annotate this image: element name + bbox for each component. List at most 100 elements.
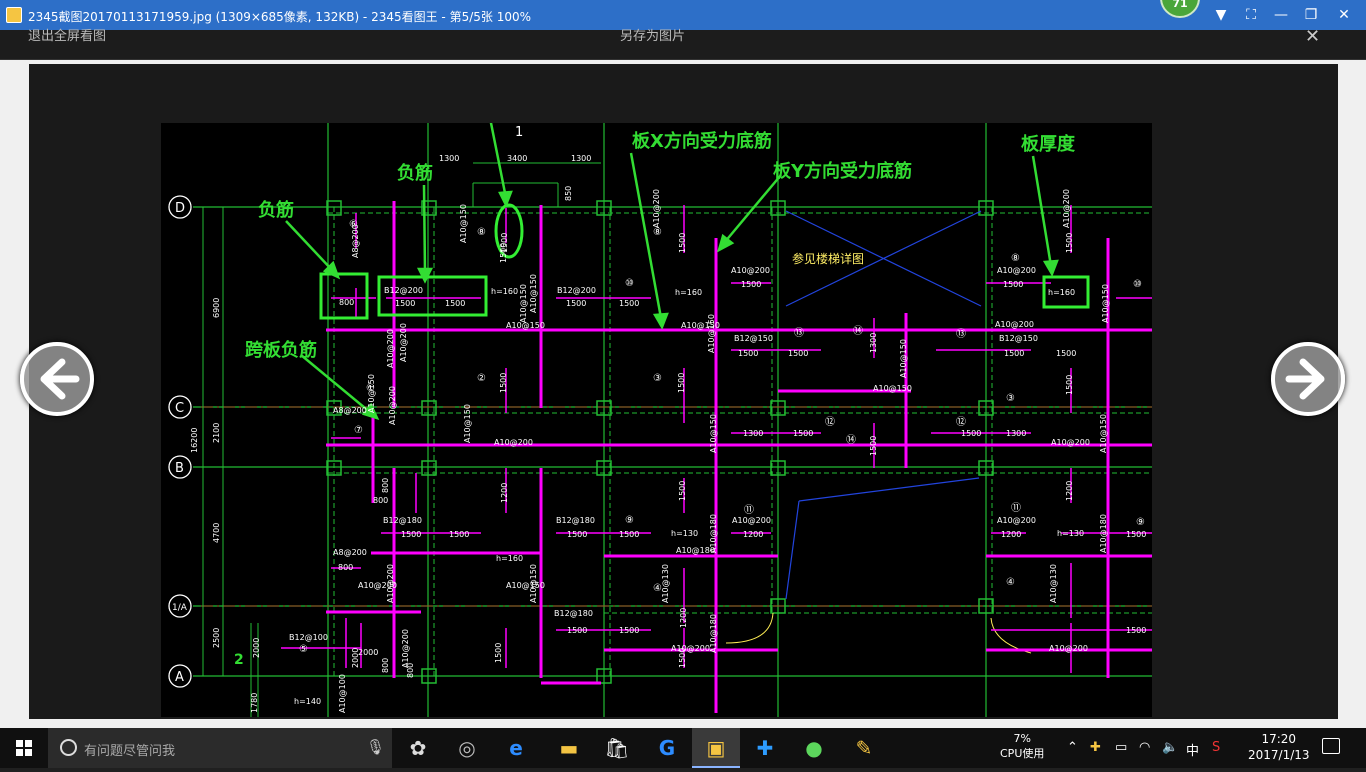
rebar-label-c30: 1500 bbox=[793, 429, 813, 438]
file-explorer-icon[interactable]: ▬ bbox=[545, 728, 593, 768]
clock-date: 2017/1/13 bbox=[1248, 748, 1310, 762]
browser-swirl-icon[interactable]: ◎ bbox=[443, 728, 491, 768]
dim-1300b: 1300 bbox=[571, 154, 591, 163]
battery-icon[interactable]: ▭ bbox=[1115, 740, 1127, 755]
rebar-label-c18: 1500 bbox=[788, 349, 808, 358]
rebar-label-c32: 1500 bbox=[961, 429, 981, 438]
arrow-left-icon bbox=[40, 358, 80, 400]
dim-1300a: 1300 bbox=[439, 154, 459, 163]
rebar-label-c79: 800 bbox=[381, 658, 390, 673]
close-icon[interactable]: ✕ bbox=[1333, 4, 1355, 26]
search-box[interactable]: 有问题尽管问我 🎙 bbox=[48, 728, 392, 768]
cortana-icon bbox=[60, 739, 77, 756]
store-icon[interactable]: 🛍 bbox=[593, 728, 641, 768]
rebar-label-c21: h=160 bbox=[1048, 288, 1075, 297]
chevron-down-icon[interactable]: ▼ bbox=[1210, 4, 1232, 26]
rebar-label-c90: A10@150 bbox=[529, 564, 538, 603]
circled-mark-14: ⑭ bbox=[846, 434, 856, 446]
wifi-icon[interactable]: ◠ bbox=[1139, 740, 1150, 755]
rebar-label-c28: A10@200 bbox=[1051, 438, 1090, 447]
circled-mark-13: ⑬ bbox=[794, 327, 804, 339]
taskbar: 有问题尽管问我 🎙 ✿ ◎ e ▬ 🛍 G ▣ ✚ ● ✎ 7% CPU使用 ⌃… bbox=[0, 728, 1366, 768]
chevron-up-icon[interactable]: ⌃ bbox=[1067, 740, 1078, 755]
browser-g-icon[interactable]: G bbox=[643, 728, 691, 768]
circled-mark-extra-1: ⑧ bbox=[653, 227, 662, 238]
rebar-label-c9: B12@200 bbox=[557, 286, 596, 295]
edge-icon[interactable]: e bbox=[492, 728, 540, 768]
dim-4700: 4700 bbox=[212, 523, 221, 543]
dim-3400: 3400 bbox=[507, 154, 527, 163]
rebar-label-c33: 1300 bbox=[1006, 429, 1026, 438]
next-image-button[interactable] bbox=[1271, 342, 1345, 416]
windows-logo-icon bbox=[16, 740, 32, 756]
rebar-label-c31: A10@200 bbox=[494, 438, 533, 447]
rebar-label-c26: A10@200 bbox=[399, 323, 408, 362]
annotation-neg-2: 负筋 bbox=[397, 162, 433, 184]
rebar-label-c69: 1500 bbox=[677, 373, 686, 393]
minimize-icon[interactable]: — bbox=[1270, 4, 1292, 26]
clock-time: 17:20 bbox=[1261, 732, 1297, 746]
rebar-label-c17: 1500 bbox=[738, 349, 758, 358]
annotation-bottom-y: 板Y方向受力底筋 bbox=[773, 160, 912, 182]
restore-icon[interactable]: ❐ bbox=[1300, 4, 1322, 26]
rebar-label-c16: B12@150 bbox=[734, 334, 773, 343]
notes-app-icon[interactable]: ✎ bbox=[840, 728, 888, 768]
circled-mark-extra-3: ③ bbox=[1006, 393, 1015, 404]
rebar-label-c96: A10@200 bbox=[401, 629, 410, 668]
annotation-neg-1: 负筋 bbox=[258, 199, 294, 221]
task-view-icon[interactable]: ✿ bbox=[394, 728, 442, 768]
rebar-label-c92: A10@130 bbox=[1049, 564, 1058, 603]
rebar-label-c27: A10@150 bbox=[873, 384, 912, 393]
rebar-label-c100: A10@150 bbox=[459, 204, 468, 243]
previous-image-button[interactable] bbox=[20, 342, 94, 416]
security-icon[interactable]: ✚ bbox=[1090, 740, 1101, 755]
axis-label-1: 1 bbox=[515, 125, 523, 140]
image-viewer-taskbar-icon[interactable]: ▣ bbox=[692, 728, 740, 768]
rebar-label-c98: A10@150 bbox=[899, 339, 908, 378]
rebar-label-c19: A10@200 bbox=[997, 266, 1036, 275]
rebar-label-c29: 1300 bbox=[743, 429, 763, 438]
annotation-bottom-x: 板X方向受力底筋 bbox=[632, 130, 772, 152]
fullscreen-icon[interactable]: ⛶ bbox=[1240, 4, 1262, 26]
rebar-label-c57: B12@100 bbox=[289, 633, 328, 642]
viewer-close-icon[interactable]: ✕ bbox=[1305, 26, 1320, 47]
notification-badge[interactable]: 71 bbox=[1160, 0, 1200, 18]
volume-icon[interactable]: 🔈 bbox=[1162, 740, 1178, 755]
action-center-icon[interactable] bbox=[1322, 738, 1340, 754]
dim-16200: 16200 bbox=[190, 428, 199, 453]
microphone-icon[interactable]: 🎙 bbox=[366, 738, 385, 756]
rebar-label-c85: 2000 bbox=[351, 648, 360, 668]
exit-fullscreen-label[interactable]: 退出全屏看图 bbox=[28, 25, 106, 44]
dim-2100: 2100 bbox=[212, 423, 221, 443]
cpu-meter[interactable]: 7% CPU使用 bbox=[1000, 731, 1044, 761]
rebar-label-c81: A10@150 bbox=[529, 274, 538, 313]
rebar-label-c38: 1500 bbox=[567, 530, 587, 539]
rebar-label-c13: A10@150 bbox=[519, 284, 528, 323]
rebar-label-c94: A10@180 bbox=[709, 614, 718, 653]
dim-h140: h=140 bbox=[294, 697, 321, 706]
save-as-label[interactable]: 另存为图片 bbox=[620, 25, 685, 44]
dim-1780: 1780 bbox=[250, 693, 259, 713]
rebar-label-c102: A10@200 bbox=[652, 189, 661, 228]
rebar-label-c12: h=160 bbox=[675, 288, 702, 297]
circled-mark-2: ② bbox=[477, 373, 486, 384]
start-button[interactable] bbox=[0, 728, 48, 768]
rebar-label-c74: 1500 bbox=[678, 481, 687, 501]
search-placeholder: 有问题尽管问我 bbox=[84, 744, 176, 759]
rebar-label-c101: A10@200 bbox=[1062, 189, 1071, 228]
clock[interactable]: 17:20 2017/1/13 bbox=[1248, 731, 1310, 763]
rebar-label-c87: A10@150 bbox=[1101, 284, 1110, 323]
circled-mark-10: ⑩ bbox=[625, 278, 634, 289]
rebar-label-c5: 1500 bbox=[445, 299, 465, 308]
rebar-label-c54: B12@180 bbox=[554, 609, 593, 618]
rebar-label-c20: 1500 bbox=[1003, 280, 1023, 289]
rebar-label-c45: 1200 bbox=[1001, 530, 1021, 539]
rebar-label-c23: B12@150 bbox=[999, 334, 1038, 343]
green-app-icon[interactable]: ● bbox=[790, 728, 838, 768]
ime-indicator[interactable]: 中 bbox=[1186, 740, 1199, 759]
circled-mark-extra-2: ⑧ bbox=[1011, 253, 1020, 264]
rebar-label-c103: A10@100 bbox=[338, 674, 347, 713]
sogou-icon[interactable]: S bbox=[1212, 740, 1220, 755]
axis-label-2: 2 bbox=[234, 652, 244, 668]
qq-app-icon[interactable]: ✚ bbox=[741, 728, 789, 768]
